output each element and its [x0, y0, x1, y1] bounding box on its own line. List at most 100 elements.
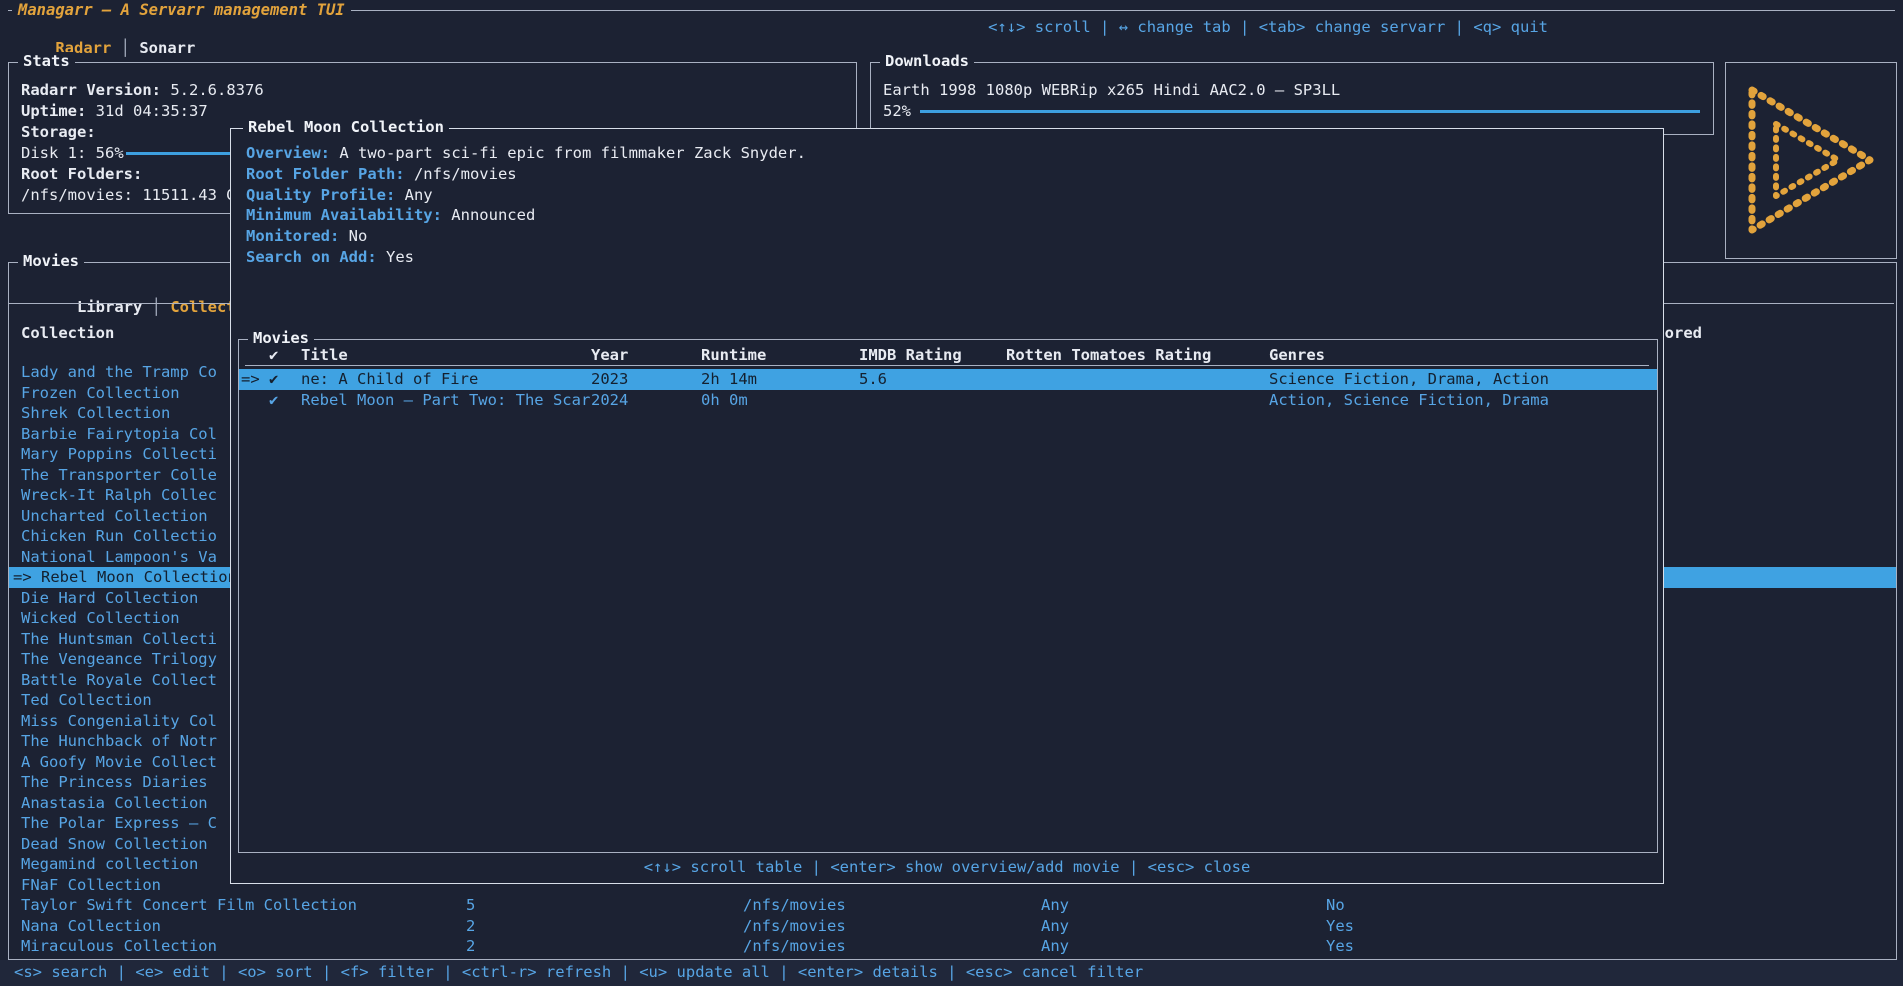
detail-value: Yes [377, 248, 414, 266]
collection-name: Battle Royale Collect [21, 670, 217, 691]
disk-usage: Disk 1: 56% [21, 143, 124, 164]
detail-label: Search on Add: [246, 248, 377, 266]
collection-details-popup: Rebel Moon Collection Overview: A two-pa… [230, 128, 1664, 884]
collection-row[interactable]: Taylor Swift Concert Film Collection 5/nf… [9, 895, 1896, 916]
stats-version: Radarr Version: 5.2.6.8376 [21, 80, 264, 101]
checkmark-icon: ✔ [269, 390, 278, 411]
detail-line: Search on Add: Yes [246, 247, 414, 268]
detail-value: Any [395, 186, 432, 204]
collection-name: The Hunchback of Notr [21, 731, 217, 752]
storage-label: Storage: [21, 122, 96, 143]
collection-cell: No [1326, 895, 1345, 916]
collection-cell: /nfs/movies [743, 916, 846, 937]
collection-name: Nana Collection [21, 916, 161, 937]
collection-name: Taylor Swift Concert Film Collection [21, 895, 357, 916]
collection-name: FNaF Collection [21, 875, 161, 896]
collection-cell: Any [1041, 895, 1069, 916]
collection-cell: Yes [1326, 916, 1354, 937]
detail-value: A two-part sci-fi epic from filmmaker Za… [330, 144, 806, 162]
detail-line: Quality Profile: Any [246, 185, 433, 206]
highlight-symbol: => [241, 369, 260, 390]
managarr-app: Managarr – A Servarr management TUI Rada… [0, 0, 1903, 986]
collection-name: Shrek Collection [21, 403, 170, 424]
downloads-panel: Downloads Earth 1998 1080p WEBRip x265 H… [870, 62, 1714, 135]
uptime-value: 31d 04:35:37 [96, 102, 208, 120]
checkmark-icon: ✔ [269, 369, 278, 390]
movie-runtime: 2h 14m [701, 369, 757, 390]
popup-movies-table-panel: Movies ✔TitleYearRuntimeIMDB RatingRotte… [238, 339, 1658, 853]
collection-name: Wreck-It Ralph Collec [21, 485, 217, 506]
collection-cell: 5 [466, 895, 475, 916]
detail-value: /nfs/movies [405, 165, 517, 183]
movie-row[interactable]: ✔Rebel Moon – Part Two: The Scar20240h 0… [239, 390, 1657, 411]
root-folder-value: /nfs/movies: 11511.43 GB [21, 185, 245, 206]
movie-title: ne: A Child of Fire [301, 369, 478, 390]
collection-name: The Transporter Colle [21, 465, 217, 486]
collection-cell: Any [1041, 936, 1069, 957]
collection-name: Lady and the Tramp Co [21, 362, 217, 383]
managarr-logo-icon [1736, 78, 1886, 243]
collection-name: Die Hard Collection [21, 588, 198, 609]
bottom-bar: <s> search | <e> edit | <o> sort | <f> f… [0, 960, 1903, 986]
bottom-help: <s> search | <e> edit | <o> sort | <f> f… [14, 962, 1143, 983]
collection-name: A Goofy Movie Collect [21, 752, 217, 773]
uptime-label: Uptime: [21, 102, 86, 120]
detail-line: Root Folder Path: /nfs/movies [246, 164, 517, 185]
detail-line: Minimum Availability: Announced [246, 205, 535, 226]
collection-cell: Yes [1326, 936, 1354, 957]
collection-name: Megamind collection [21, 854, 198, 875]
detail-label: Monitored: [246, 227, 339, 245]
disk-label: Disk 1: [21, 144, 86, 162]
movie-year: 2024 [591, 390, 628, 411]
collection-name: The Princess Diaries [21, 772, 208, 793]
collection-name: National Lampoon's Va [21, 547, 217, 568]
collection-cell: Any [1041, 916, 1069, 937]
popup-help: <↑↓> scroll table | <enter> show overvie… [231, 857, 1663, 878]
collection-name: Anastasia Collection [21, 793, 208, 814]
collection-name: Frozen Collection [21, 383, 180, 404]
detail-value: Announced [442, 206, 535, 224]
collection-name: => Rebel Moon Collection [13, 567, 237, 588]
collection-name: The Polar Express – C [21, 813, 217, 834]
collection-cell: /nfs/movies [743, 895, 846, 916]
movie-genres: Science Fiction, Drama, Action [1269, 369, 1549, 390]
detail-label: Root Folder Path: [246, 165, 405, 183]
stats-title: Stats [18, 52, 75, 70]
detail-line: Overview: A two-part sci-fi epic from fi… [246, 143, 806, 164]
detail-label: Overview: [246, 144, 330, 162]
movie-genres: Action, Science Fiction, Drama [1269, 390, 1549, 411]
detail-line: Monitored: No [246, 226, 367, 247]
downloads-title: Downloads [880, 52, 974, 70]
collection-name: Mary Poppins Collecti [21, 444, 217, 465]
collection-cell: 2 [466, 936, 475, 957]
movie-year: 2023 [591, 369, 628, 390]
collection-name: Ted Collection [21, 690, 152, 711]
detail-value: No [339, 227, 367, 245]
movie-row[interactable]: =>✔ne: A Child of Fire20232h 14m5.6Scien… [239, 369, 1657, 390]
tab-divider: │ [111, 39, 139, 57]
top-help: <↑↓> scroll | ↔ change tab | <tab> chang… [988, 17, 1548, 38]
collection-name: The Vengeance Trilogy [21, 649, 217, 670]
tab-sonarr[interactable]: Sonarr [139, 39, 195, 57]
collection-name: Barbie Fairytopia Col [21, 424, 217, 445]
collection-name: Dead Snow Collection [21, 834, 208, 855]
stats-uptime: Uptime: 31d 04:35:37 [21, 101, 208, 122]
root-folders-label: Root Folders: [21, 164, 142, 185]
collection-row[interactable]: Miraculous Collection 2/nfs/movies Any Yes [9, 936, 1896, 957]
collection-name: Miraculous Collection [21, 936, 217, 957]
version-value: 5.2.6.8376 [170, 81, 263, 99]
download-item: Earth 1998 1080p WEBRip x265 Hindi AAC2.… [883, 80, 1340, 101]
collection-cell: /nfs/movies [743, 936, 846, 957]
collection-cell: 2 [466, 916, 475, 937]
logo-panel [1725, 62, 1897, 259]
collection-row[interactable]: Nana Collection 2/nfs/movies Any Yes [9, 916, 1896, 937]
download-progress-gauge [920, 110, 1700, 113]
detail-label: Minimum Availability: [246, 206, 442, 224]
movie-title: Rebel Moon – Part Two: The Scar [301, 390, 590, 411]
disk-percent: 56% [96, 144, 124, 162]
version-label: Radarr Version: [21, 81, 161, 99]
collection-name: Wicked Collection [21, 608, 180, 629]
movies-table: =>✔ne: A Child of Fire20232h 14m5.6Scien… [239, 340, 1657, 852]
download-percent: 52% [883, 101, 911, 122]
detail-label: Quality Profile: [246, 186, 395, 204]
